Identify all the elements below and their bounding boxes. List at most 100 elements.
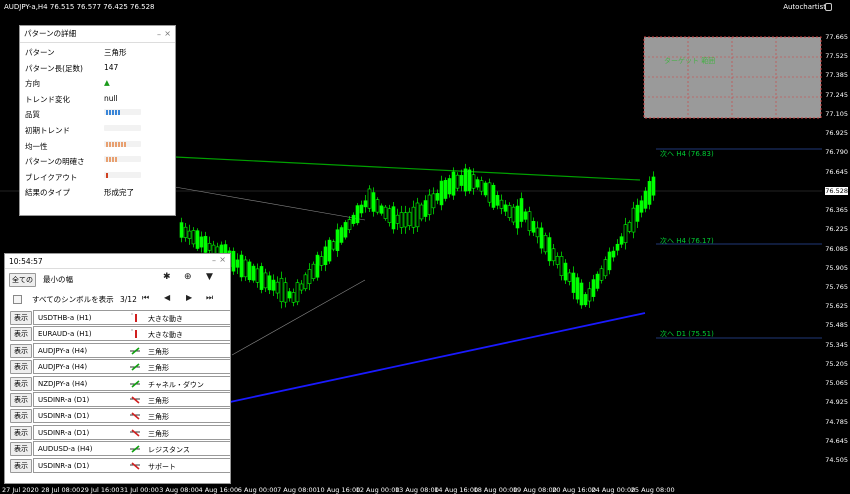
row-box[interactable]: USDINR-a (D1) 三角形 bbox=[33, 424, 231, 440]
trend-down-icon bbox=[129, 410, 141, 421]
price-tick: 74.785 bbox=[825, 417, 848, 426]
trend-down-icon bbox=[129, 427, 141, 438]
target-zone-label: ターゲット 範囲 bbox=[664, 57, 716, 65]
minimize-icon[interactable]: – bbox=[212, 256, 216, 265]
row-pattern: 三角形 bbox=[148, 347, 169, 356]
price-tick: 76.925 bbox=[825, 129, 848, 138]
show-button[interactable]: 表示 bbox=[10, 376, 32, 391]
row-symbol: AUDJPY-a (H4) bbox=[38, 346, 88, 355]
price-tick: 74.505 bbox=[825, 456, 848, 464]
row-symbol: USDINR-a (D1) bbox=[38, 396, 90, 404]
row-pattern: 三角形 bbox=[148, 429, 169, 438]
show-button[interactable]: 表示 bbox=[10, 393, 32, 407]
scanner-row[interactable]: 表示 USDINR-a (D1) サポート bbox=[9, 457, 231, 473]
row-pattern: チャネル・ダウン bbox=[148, 380, 204, 389]
row-pattern: レジスタンス bbox=[148, 446, 190, 455]
show-all-checkbox[interactable] bbox=[13, 295, 22, 304]
row-pattern: 三角形 bbox=[148, 397, 169, 405]
row-box[interactable]: NZDJPY-a (H4) チャネル・ダウン bbox=[33, 375, 231, 391]
show-button[interactable]: 表示 bbox=[10, 360, 32, 375]
price-tick: 76.085 bbox=[825, 244, 848, 253]
price-tick: 74.925 bbox=[825, 398, 848, 407]
price-tick: 77.525 bbox=[825, 52, 848, 61]
show-button[interactable]: 表示 bbox=[10, 425, 32, 440]
scanner-row[interactable]: 表示 USDTHB-a (H1) 大きな動き bbox=[9, 310, 231, 325]
globe-icon[interactable]: ⊕ bbox=[184, 272, 192, 282]
filter-icon[interactable]: ▼ bbox=[206, 272, 213, 282]
breakout-bar bbox=[104, 171, 141, 178]
row-pattern: 三角形 bbox=[148, 413, 169, 422]
scanner-row[interactable]: 表示 AUDJPY-a (H4) 三角形 bbox=[9, 342, 231, 358]
show-button[interactable]: 表示 bbox=[10, 442, 32, 457]
scanner-titlebar[interactable]: 10:54:57 – × bbox=[5, 254, 230, 269]
scanner-row[interactable]: 表示 AUDUSD-a (H4) レジスタンス bbox=[9, 441, 231, 457]
row-box[interactable]: USDTHB-a (H1) 大きな動き bbox=[33, 310, 231, 325]
support-line bbox=[229, 312, 646, 403]
scanner-row[interactable]: 表示 USDINR-a (D1) 三角形 bbox=[9, 408, 231, 424]
show-button[interactable]: 表示 bbox=[10, 343, 32, 358]
scanner-time: 10:54:57 bbox=[9, 257, 43, 266]
next-page-icon[interactable]: ▶ bbox=[186, 293, 192, 302]
row-symbol: NZDJPY-a (H4) bbox=[38, 379, 88, 388]
show-button[interactable]: 表示 bbox=[10, 409, 32, 424]
scanner-row[interactable]: 表示 USDINR-a (D1) 三角形 bbox=[9, 424, 231, 440]
row-symbol: EURAUD-a (H1) bbox=[38, 330, 92, 339]
target-zone bbox=[643, 36, 822, 119]
row-symbol: USDINR-a (D1) bbox=[38, 412, 90, 421]
show-button[interactable]: 表示 bbox=[10, 458, 32, 473]
close-icon[interactable]: × bbox=[164, 27, 171, 40]
trend-up-icon bbox=[129, 345, 141, 356]
detail-value: 147 bbox=[104, 62, 119, 72]
row-pattern: 大きな動き bbox=[148, 331, 183, 340]
sort-label[interactable]: 最小の幅 bbox=[43, 274, 73, 285]
detail-key: 品質 bbox=[25, 110, 40, 120]
price-tick: 76.225 bbox=[825, 225, 848, 234]
row-symbol: USDINR-a (D1) bbox=[38, 428, 90, 437]
detail-key: トレンド変化 bbox=[25, 94, 70, 104]
prev-page-icon[interactable]: ◀ bbox=[164, 293, 170, 302]
last-page-icon[interactable]: ⏭ bbox=[206, 293, 213, 303]
row-box[interactable]: USDINR-a (D1) サポート bbox=[33, 457, 231, 473]
price-axis: 77.665 77.525 77.385 77.245 77.105 76.925 76.7… bbox=[823, 0, 850, 483]
scanner-row[interactable]: 表示 USDINR-a (D1) 三角形 bbox=[9, 392, 231, 407]
price-tick: 76.790 bbox=[825, 148, 848, 157]
row-box[interactable]: USDINR-a (D1) 三角形 bbox=[33, 392, 231, 407]
trend-up-icon bbox=[129, 443, 141, 454]
pattern-detail-panel: パターンの詳細 – × パターン 三角形 パターン長(足数) 147 方向 ▲ トレン… bbox=[19, 25, 176, 216]
minimize-icon[interactable]: – bbox=[157, 28, 161, 41]
symbol-header: AUDJPY-a,H4 76.515 76.577 76.425 76.528 bbox=[4, 3, 155, 11]
price-tick: 75.065 bbox=[825, 379, 848, 388]
initial-trend-bar bbox=[104, 124, 141, 131]
row-symbol: USDINR-a (D1) bbox=[38, 461, 90, 470]
row-box[interactable]: AUDJPY-a (H4) 三角形 bbox=[33, 342, 231, 358]
all-symbols-button[interactable]: 全ての bbox=[9, 273, 36, 287]
gear-icon[interactable]: ✱ bbox=[163, 272, 171, 282]
row-box[interactable]: USDINR-a (D1) 三角形 bbox=[33, 408, 231, 424]
detail-value: 三角形 bbox=[104, 48, 127, 57]
first-page-icon[interactable]: ⏮ bbox=[142, 293, 149, 303]
scanner-row[interactable]: 表示 AUDJPY-a (H4) 三角形 bbox=[9, 359, 231, 375]
trend-down-icon bbox=[129, 460, 141, 471]
row-box[interactable]: EURAUD-a (H1) 大きな動き bbox=[33, 326, 231, 342]
page-indicator: 3/12 bbox=[120, 295, 137, 304]
level-label-h4-lower: 次へ H4 (76.17) bbox=[660, 237, 714, 245]
scanner-row[interactable]: 表示 EURAUD-a (H1) 大きな動き bbox=[9, 326, 231, 342]
detail-value: null bbox=[104, 93, 118, 103]
show-button[interactable]: 表示 bbox=[10, 327, 32, 342]
row-symbol: AUDJPY-a (H4) bbox=[38, 363, 88, 372]
scanner-row[interactable]: 表示 NZDJPY-a (H4) チャネル・ダウン bbox=[9, 375, 231, 391]
row-box[interactable]: AUDUSD-a (H4) レジスタンス bbox=[33, 441, 231, 457]
pattern-scanner-panel: 10:54:57 – × 全ての 最小の幅 ✱ ⊕ ▼ すべてのシンボルを表示 … bbox=[4, 253, 231, 484]
close-icon[interactable]: × bbox=[219, 255, 226, 264]
row-pattern: 三角形 bbox=[148, 364, 169, 373]
price-tick: 74.645 bbox=[825, 436, 848, 445]
clarity-bar bbox=[104, 156, 141, 163]
price-tick: 75.485 bbox=[825, 321, 848, 330]
trend-up-icon bbox=[129, 361, 141, 372]
trend-up-icon bbox=[129, 328, 141, 339]
detail-key: ブレイクアウト bbox=[25, 172, 78, 182]
row-box[interactable]: AUDJPY-a (H4) 三角形 bbox=[33, 359, 231, 375]
pattern-detail-titlebar[interactable]: パターンの詳細 – × bbox=[20, 26, 175, 43]
price-tick: 75.205 bbox=[825, 359, 848, 368]
show-button[interactable]: 表示 bbox=[10, 311, 32, 325]
